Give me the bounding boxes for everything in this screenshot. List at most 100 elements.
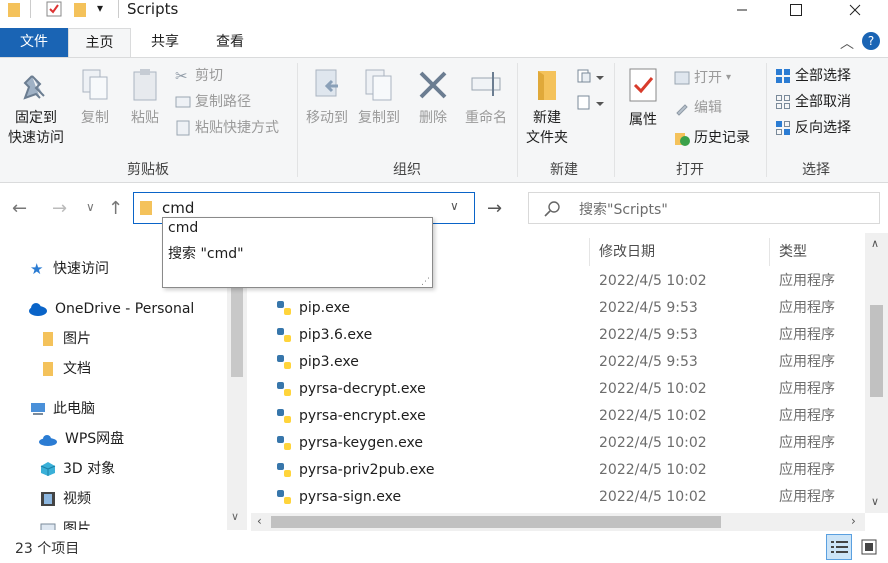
collapse-ribbon-icon[interactable]: ︿ xyxy=(840,33,854,53)
file-row[interactable]: pyrsa-sign.exe 2022/4/5 10:02 应用程序 xyxy=(267,484,847,511)
paste-shortcut-button[interactable]: 粘贴快捷方式 xyxy=(175,116,279,140)
search-input[interactable]: 搜索"Scripts" xyxy=(579,199,668,219)
go-arrow-icon[interactable]: → xyxy=(487,198,502,219)
nav-item-3d-objects[interactable]: 3D 对象 xyxy=(40,456,115,482)
vertical-scroll-thumb[interactable] xyxy=(870,305,883,397)
file-type: 应用程序 xyxy=(779,354,835,370)
select-none-button[interactable]: 全部取消 xyxy=(775,90,851,114)
move-to-button[interactable]: 移动到 xyxy=(302,68,352,128)
scroll-down-chevron-icon[interactable]: ∨ xyxy=(231,510,239,523)
tab-home[interactable]: 主页 xyxy=(68,28,131,58)
quick-access-dropdown-icon[interactable]: ▾ xyxy=(97,1,103,15)
file-date: 2022/4/5 10:02 xyxy=(599,489,707,505)
nav-item-this-pc[interactable]: 此电脑 xyxy=(30,396,95,422)
pin-label-2: 快速访问 xyxy=(8,130,64,146)
file-row[interactable]: pyrsa-keygen.exe 2022/4/5 10:02 应用程序 xyxy=(267,430,847,457)
file-row[interactable]: pip3.exe 2022/4/5 9:53 应用程序 xyxy=(267,349,847,376)
python-file-icon xyxy=(277,490,291,504)
ribbon: 固定到 快速访问 复制 粘贴 ✂ 剪切 复制路径 粘贴快捷方式 剪贴板 移动到 … xyxy=(0,57,888,183)
suggestion-item[interactable]: 搜索 "cmd" xyxy=(168,243,244,263)
address-dropdown-chevron-icon[interactable]: ∨ xyxy=(450,199,459,213)
file-row[interactable]: pip3.6.exe 2022/4/5 9:53 应用程序 xyxy=(267,322,847,349)
scroll-up-chevron-icon[interactable]: ∧ xyxy=(871,237,879,250)
nav-item-wps-drive[interactable]: WPS网盘 xyxy=(38,426,124,452)
address-suggestions-dropdown: cmd 搜索 "cmd" ⋰ xyxy=(162,217,433,288)
scroll-left-chevron-icon[interactable]: ‹ xyxy=(257,514,262,528)
nav-item-onedrive[interactable]: OneDrive - Personal xyxy=(28,296,194,322)
file-row[interactable]: pip.exe 2022/4/5 9:53 应用程序 xyxy=(267,295,847,322)
file-type: 应用程序 xyxy=(779,489,835,505)
large-icons-view-button[interactable] xyxy=(856,534,882,560)
details-view-button[interactable] xyxy=(826,534,852,560)
recent-locations-chevron-icon[interactable]: ∨ xyxy=(86,200,95,214)
file-row[interactable]: pyrsa-decrypt.exe 2022/4/5 10:02 应用程序 xyxy=(267,376,847,403)
paste-label: 粘贴 xyxy=(131,110,159,126)
open-label: 打开 xyxy=(694,70,722,86)
up-arrow-icon[interactable]: ↑ xyxy=(108,198,123,219)
computer-icon xyxy=(31,403,45,415)
nav-item-pictures-pc[interactable]: 图片 xyxy=(40,516,91,530)
new-folder-label-2: 文件夹 xyxy=(526,130,568,146)
nav-item-label: 3D 对象 xyxy=(63,461,116,477)
select-all-button[interactable]: 全部选择 xyxy=(775,64,851,88)
back-arrow-icon[interactable]: ← xyxy=(12,198,27,219)
new-folder-button[interactable]: 新建 文件夹 xyxy=(520,68,574,148)
file-list-horizontal-scrollbar[interactable]: ‹ › xyxy=(251,513,865,531)
edit-icon xyxy=(676,104,688,116)
column-header-type[interactable]: 类型 xyxy=(779,238,807,266)
rename-button[interactable]: 重命名 xyxy=(458,68,514,128)
resize-grip-icon[interactable]: ⋰ xyxy=(421,277,430,287)
properties-quick-icon[interactable] xyxy=(46,1,62,17)
column-header-date[interactable]: 修改日期 xyxy=(599,238,655,266)
history-button[interactable]: 历史记录 xyxy=(674,126,750,150)
file-name: pyrsa-keygen.exe xyxy=(299,435,424,451)
suggestion-item[interactable]: cmd xyxy=(168,220,198,236)
minimize-button[interactable] xyxy=(719,0,765,20)
copy-button[interactable]: 复制 xyxy=(72,68,118,128)
file-date: 2022/4/5 10:02 xyxy=(599,462,707,478)
python-file-icon xyxy=(277,355,291,369)
address-input[interactable]: cmd xyxy=(162,199,194,217)
tab-view[interactable]: 查看 xyxy=(199,28,261,57)
move-to-label: 移动到 xyxy=(306,110,348,126)
maximize-button[interactable] xyxy=(773,0,819,20)
forward-arrow-icon[interactable]: → xyxy=(52,198,67,219)
help-icon[interactable]: ? xyxy=(862,32,880,50)
nav-item-videos[interactable]: 视频 xyxy=(40,486,91,512)
file-type: 应用程序 xyxy=(779,300,835,316)
tab-file[interactable]: 文件 xyxy=(0,28,68,57)
edit-button[interactable]: 编辑 xyxy=(674,96,722,120)
new-item-button[interactable] xyxy=(576,68,606,88)
nav-item-pictures[interactable]: 图片 xyxy=(40,326,91,352)
scroll-down-chevron-icon[interactable]: ∨ xyxy=(871,495,879,508)
python-file-icon xyxy=(277,328,291,342)
column-divider[interactable] xyxy=(589,238,590,266)
nav-item-label: 文档 xyxy=(63,361,91,377)
open-button[interactable]: 打开 ▾ xyxy=(674,66,731,90)
copy-to-button[interactable]: 复制到 xyxy=(354,68,404,128)
nav-item-documents[interactable]: 文档 xyxy=(40,356,91,382)
file-list-vertical-scrollbar[interactable]: ∧ ∨ xyxy=(865,233,888,513)
pin-quick-access-button[interactable]: 固定到 快速访问 xyxy=(4,72,68,148)
new-folder-label-1: 新建 xyxy=(533,110,561,126)
search-box[interactable]: 搜索"Scripts" xyxy=(528,192,880,224)
horizontal-scroll-thumb[interactable] xyxy=(271,516,721,528)
column-divider[interactable] xyxy=(769,238,770,266)
invert-selection-button[interactable]: 反向选择 xyxy=(775,116,851,140)
file-name: pyrsa-sign.exe xyxy=(299,489,402,505)
paste-button[interactable]: 粘贴 xyxy=(122,68,168,128)
properties-button[interactable]: 属性 xyxy=(620,68,666,130)
new-folder-quick-icon[interactable] xyxy=(74,3,86,17)
nav-item-quick-access[interactable]: ★ 快速访问 xyxy=(30,256,109,282)
close-button[interactable] xyxy=(832,0,878,20)
rename-label: 重命名 xyxy=(465,110,507,126)
easy-access-button[interactable] xyxy=(576,94,606,114)
tab-share[interactable]: 共享 xyxy=(134,28,196,57)
cut-button[interactable]: ✂ 剪切 xyxy=(175,64,223,88)
copy-path-button[interactable]: 复制路径 xyxy=(175,90,251,114)
file-row[interactable]: pyrsa-encrypt.exe 2022/4/5 10:02 应用程序 xyxy=(267,403,847,430)
file-row[interactable]: pyrsa-priv2pub.exe 2022/4/5 10:02 应用程序 xyxy=(267,457,847,484)
delete-button[interactable]: 删除 xyxy=(413,68,453,128)
copy-icon xyxy=(82,69,108,100)
scroll-right-chevron-icon[interactable]: › xyxy=(851,514,856,528)
